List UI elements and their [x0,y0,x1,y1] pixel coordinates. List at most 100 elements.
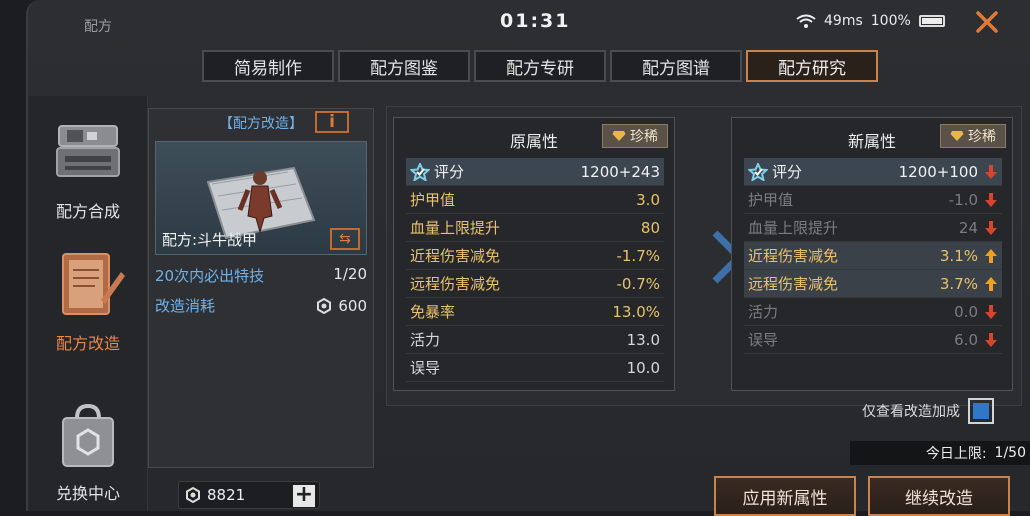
attribute-name-wrap: 血量上限提升 [410,217,500,238]
attribute-name-wrap: 评分 [748,161,802,182]
sidebar-label: 兑换中心 [55,484,120,503]
filter-toggle[interactable]: 仅查看改造加成 [862,398,994,424]
arrow-down-icon [985,220,997,235]
filter-label: 仅查看改造加成 [862,404,960,420]
attribute-value: 10.0 [626,358,660,377]
attribute-name: 评分 [772,163,803,181]
attribute-row: 误导 10.0 [406,354,664,382]
battery-text: 100% [870,13,911,29]
arrow-down-icon [985,192,997,207]
attribute-name-wrap: 远程伤害减免 [748,273,838,294]
attribute-name: 近程伤害减免 [748,247,839,265]
tab-recipe-research[interactable]: 配方研究 [746,50,878,82]
sidebar-item-modify[interactable]: 配方改造 [28,250,148,354]
attribute-row: 血量上限提升 24 [744,214,1002,242]
score-star-icon [748,162,768,181]
attribute-row: 误导 6.0 [744,326,1002,354]
tab-recipe-catalog[interactable]: 配方图鉴 [338,50,470,82]
gear-coin-icon [317,297,332,314]
attribute-value-wrap: 13.0% [612,303,660,321]
new-attributes-title: 新属性 [848,132,897,151]
attribute-name: 误导 [410,359,441,377]
arrow-up-icon [985,248,997,263]
attribute-value: -1.0 [948,190,978,209]
diamond-icon [612,131,626,141]
sidebar-label: 配方改造 [55,334,120,353]
attribute-value-wrap: -0.7% [616,275,660,293]
attribute-name: 护甲值 [410,191,456,209]
attribute-value: -0.7% [616,274,660,293]
attribute-name-wrap: 误导 [748,329,778,350]
swap-button[interactable]: ⇆ [330,228,360,250]
attribute-name: 活力 [410,331,441,349]
attribute-row: 活力 0.0 [744,298,1002,326]
tab-recipe-atlas[interactable]: 配方图谱 [610,50,742,82]
attribute-name: 远程伤害减免 [748,275,839,293]
attribute-value: 1200+100 [898,162,978,181]
new-attribute-list: 评分 1200+100 护甲值 -1.0 血量上限提升 24 近程伤害减免 3.1% 远程伤害减… [744,158,1002,354]
battery-icon [918,15,945,27]
sidebar-label: 配方合成 [55,202,120,221]
attribute-value-wrap: 3.1% [940,247,998,265]
sidebar-item-exchange[interactable]: 兑换中心 [28,400,148,504]
attribute-name: 活力 [748,303,779,321]
filter-checkbox[interactable] [968,398,994,424]
attribute-row: 远程伤害减免 -0.7% [406,270,664,298]
rarity-badge: 珍稀 [940,124,1006,148]
daily-limit-value: 1/50 [994,445,1026,461]
panel-header: 新属性 珍稀 [732,124,1012,152]
rarity-badge: 珍稀 [602,124,668,148]
info-button[interactable]: i [315,111,349,133]
new-attributes-panel: 新属性 珍稀 评分 1200+100 护甲值 -1.0 血量上限提升 24 近程伤害减免 3.… [731,117,1013,391]
attribute-value-wrap: 13.0 [627,331,660,349]
shopping-bag-icon [62,403,114,467]
sidebar-item-synthesis[interactable]: 配方合成 [28,118,148,222]
attribute-row: 免暴率 13.0% [406,298,664,326]
attribute-row: 近程伤害减免 3.1% [744,242,1002,270]
attribute-value: 3.0 [636,190,660,209]
attribute-name: 近程伤害减免 [410,247,501,265]
attribute-name: 护甲值 [748,191,794,209]
status-bar: 49ms 100% [796,13,945,29]
rarity-label: 珍稀 [630,129,658,145]
ping-text: 49ms [824,13,863,29]
attribute-name-wrap: 护甲值 [748,189,793,210]
close-icon[interactable] [973,8,1001,36]
window-title: 配方 [84,19,112,35]
recipe-name: 配方:斗牛战甲 [162,231,258,249]
rarity-label: 珍稀 [968,129,996,145]
cost-label: 改造消耗 [155,297,216,315]
attribute-name-wrap: 活力 [748,301,778,322]
machine-icon [56,125,120,177]
attribute-row: 近程伤害减免 -1.7% [406,242,664,270]
daily-limit: 今日上限: 1/50 [850,441,1030,465]
checkbox-mark [973,403,989,419]
arrow-up-icon [985,276,997,291]
attribute-name-wrap: 近程伤害减免 [748,245,838,266]
panel-header: 原属性 珍稀 [394,124,674,152]
score-star-icon [410,162,430,181]
tab-recipe-study[interactable]: 配方专研 [474,50,606,82]
clock: 01:31 [500,10,571,32]
attribute-name-wrap: 活力 [410,329,440,350]
attribute-name-wrap: 护甲值 [410,189,455,210]
attribute-name: 误导 [748,331,779,349]
attribute-name: 远程伤害减免 [410,275,501,293]
attribute-value-wrap: 1200+243 [581,163,660,181]
attribute-value: 13.0% [612,302,660,321]
attribute-row: 远程伤害减免 3.7% [744,270,1002,298]
cost-amount: 600 [316,295,367,316]
apply-new-attributes-button[interactable]: 应用新属性 [714,476,856,516]
attribute-name: 血量上限提升 [410,219,501,237]
attribute-value: 24 [958,218,978,237]
add-currency-button[interactable]: + [293,484,315,507]
arrow-down-icon [985,164,997,179]
special-row: 20次内必出特技 1/20 [155,265,367,286]
special-label: 20次内必出特技 [155,267,265,285]
recipe-image[interactable]: 配方:斗牛战甲 ⇆ [155,141,367,255]
wifi-icon [796,14,816,28]
continue-modify-button[interactable]: 继续改造 [868,476,1010,516]
original-attribute-list: 评分 1200+243 护甲值 3.0 血量上限提升 80 近程伤害减免 -1.7% 远程伤害减… [406,158,664,382]
tab-simple-craft[interactable]: 简易制作 [202,50,334,82]
diamond-icon [950,131,964,141]
